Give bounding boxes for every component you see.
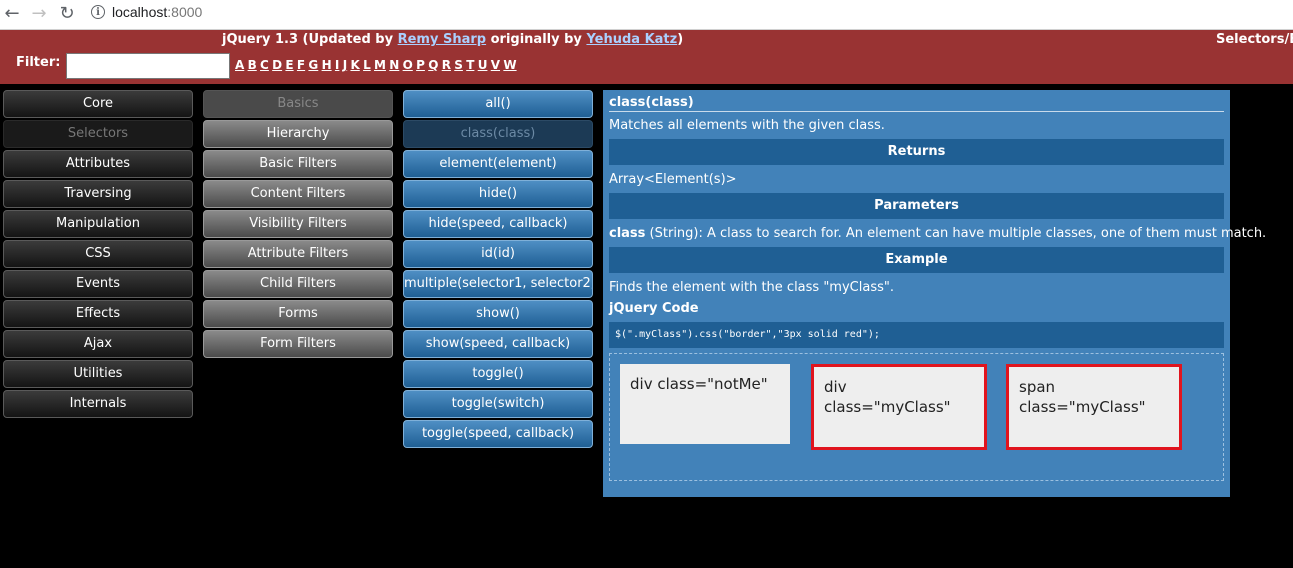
filter-label: Filter: (16, 55, 61, 70)
demo-area: div class="notMe" div class="myClass" sp… (609, 353, 1224, 481)
subcategory-button-basic-filters[interactable]: Basic Filters (203, 150, 393, 178)
method-menu: all() class(class) element(element) hide() h… (403, 90, 593, 450)
subcategory-button-content-filters[interactable]: Content Filters (203, 180, 393, 208)
method-description: Matches all elements with the given clas… (609, 118, 885, 133)
code-heading: jQuery Code (609, 301, 699, 316)
category-button-effects[interactable]: Effects (3, 300, 193, 328)
reload-icon[interactable]: ↻ (55, 2, 79, 26)
method-button-toggle-speed-callback[interactable]: toggle(speed, callback) (403, 420, 593, 448)
author-link-remy-sharp[interactable]: Remy Sharp (398, 32, 486, 47)
letter-link-f[interactable]: F (297, 58, 305, 72)
letter-link-b[interactable]: B (248, 58, 257, 72)
page-header: jQuery 1.3 (Updated by Remy Sharp origin… (0, 30, 1293, 84)
method-button-multiple-selector1-selector2[interactable]: multiple(selector1, selector2, (403, 270, 593, 298)
letter-link-a[interactable]: A (235, 58, 244, 72)
method-button-show[interactable]: show() (403, 300, 593, 328)
subcategory-button-basics[interactable]: Basics (203, 90, 393, 118)
detail-panel: class(class) Matches all elements with t… (603, 90, 1266, 497)
method-button-toggle-switch[interactable]: toggle(switch) (403, 390, 593, 418)
letter-link-o[interactable]: O (403, 58, 413, 72)
letter-link-p[interactable]: P (416, 58, 425, 72)
category-button-css[interactable]: CSS (3, 240, 193, 268)
letter-link-k[interactable]: K (350, 58, 359, 72)
letter-link-v[interactable]: V (491, 58, 500, 72)
filter-input[interactable] (66, 53, 230, 79)
letter-link-h[interactable]: H (322, 58, 332, 72)
parameter-row: class (String): A class to search for. A… (609, 226, 1266, 241)
browser-toolbar: ← → ↻ i localhost:8000 (0, 0, 1293, 30)
alphabet-index: ABCDEFGHIJKLMNOPQRSTUVW (235, 58, 520, 72)
forward-arrow-icon[interactable]: → (27, 2, 51, 26)
returns-value: Array<Element(s)> (609, 172, 737, 187)
author-link-yehuda-katz[interactable]: Yehuda Katz (586, 32, 677, 47)
returns-heading: Returns (609, 139, 1224, 165)
page-title: jQuery 1.3 (Updated by Remy Sharp origin… (222, 32, 684, 47)
letter-link-e[interactable]: E (285, 58, 293, 72)
method-button-toggle[interactable]: toggle() (403, 360, 593, 388)
method-button-hide[interactable]: hide() (403, 180, 593, 208)
demo-box-myclass-span: span class="myClass" (1006, 364, 1182, 450)
back-arrow-icon[interactable]: ← (0, 2, 24, 26)
method-button-all[interactable]: all() (403, 90, 593, 118)
category-button-selectors[interactable]: Selectors (3, 120, 193, 148)
letter-link-l[interactable]: L (363, 58, 371, 72)
category-button-events[interactable]: Events (3, 270, 193, 298)
parameters-heading: Parameters (609, 193, 1224, 219)
info-icon[interactable]: i (91, 5, 105, 19)
letter-link-i[interactable]: I (335, 58, 339, 72)
subcategory-button-child-filters[interactable]: Child Filters (203, 270, 393, 298)
demo-box-myclass-div: div class="myClass" (811, 364, 987, 450)
example-description: Finds the element with the class "myClas… (609, 280, 894, 295)
method-button-class-class[interactable]: class(class) (403, 120, 593, 148)
method-button-id-id[interactable]: id(id) (403, 240, 593, 268)
subcategory-button-hierarchy[interactable]: Hierarchy (203, 120, 393, 148)
letter-link-c[interactable]: C (260, 58, 269, 72)
code-block: $(".myClass").css("border","3px solid re… (609, 322, 1224, 348)
subcategory-button-visibility-filters[interactable]: Visibility Filters (203, 210, 393, 238)
letter-link-m[interactable]: M (374, 58, 386, 72)
letter-link-g[interactable]: G (308, 58, 318, 72)
letter-link-j[interactable]: J (343, 58, 347, 72)
example-heading: Example (609, 247, 1224, 273)
subcategory-button-form-filters[interactable]: Form Filters (203, 330, 393, 358)
letter-link-r[interactable]: R (442, 58, 451, 72)
letter-link-d[interactable]: D (272, 58, 282, 72)
category-button-attributes[interactable]: Attributes (3, 150, 193, 178)
address-bar[interactable]: localhost:8000 (112, 4, 202, 20)
category-button-traversing[interactable]: Traversing (3, 180, 193, 208)
demo-box-notme: div class="notMe" (620, 364, 790, 444)
category-menu: Core Selectors Attributes Traversing Manipul… (3, 90, 193, 420)
subcategory-menu: Basics Hierarchy Basic Filters Content Filt… (203, 90, 393, 360)
method-button-hide-speed-callback[interactable]: hide(speed, callback) (403, 210, 593, 238)
parameter-name: class (609, 226, 646, 241)
subcategory-button-attribute-filters[interactable]: Attribute Filters (203, 240, 393, 268)
letter-link-u[interactable]: U (478, 58, 488, 72)
category-button-internals[interactable]: Internals (3, 390, 193, 418)
letter-link-q[interactable]: Q (428, 58, 438, 72)
letter-link-t[interactable]: T (466, 58, 474, 72)
method-title: class(class) (609, 95, 1224, 112)
letter-link-s[interactable]: S (454, 58, 463, 72)
category-button-utilities[interactable]: Utilities (3, 360, 193, 388)
category-button-ajax[interactable]: Ajax (3, 330, 193, 358)
letter-link-w[interactable]: W (503, 58, 516, 72)
method-button-element-element[interactable]: element(element) (403, 150, 593, 178)
parameter-description: (String): A class to search for. An elem… (645, 226, 1267, 241)
breadcrumb: Selectors/E (1216, 32, 1293, 47)
subcategory-button-forms[interactable]: Forms (203, 300, 393, 328)
method-button-show-speed-callback[interactable]: show(speed, callback) (403, 330, 593, 358)
category-button-core[interactable]: Core (3, 90, 193, 118)
category-button-manipulation[interactable]: Manipulation (3, 210, 193, 238)
letter-link-n[interactable]: N (389, 58, 399, 72)
